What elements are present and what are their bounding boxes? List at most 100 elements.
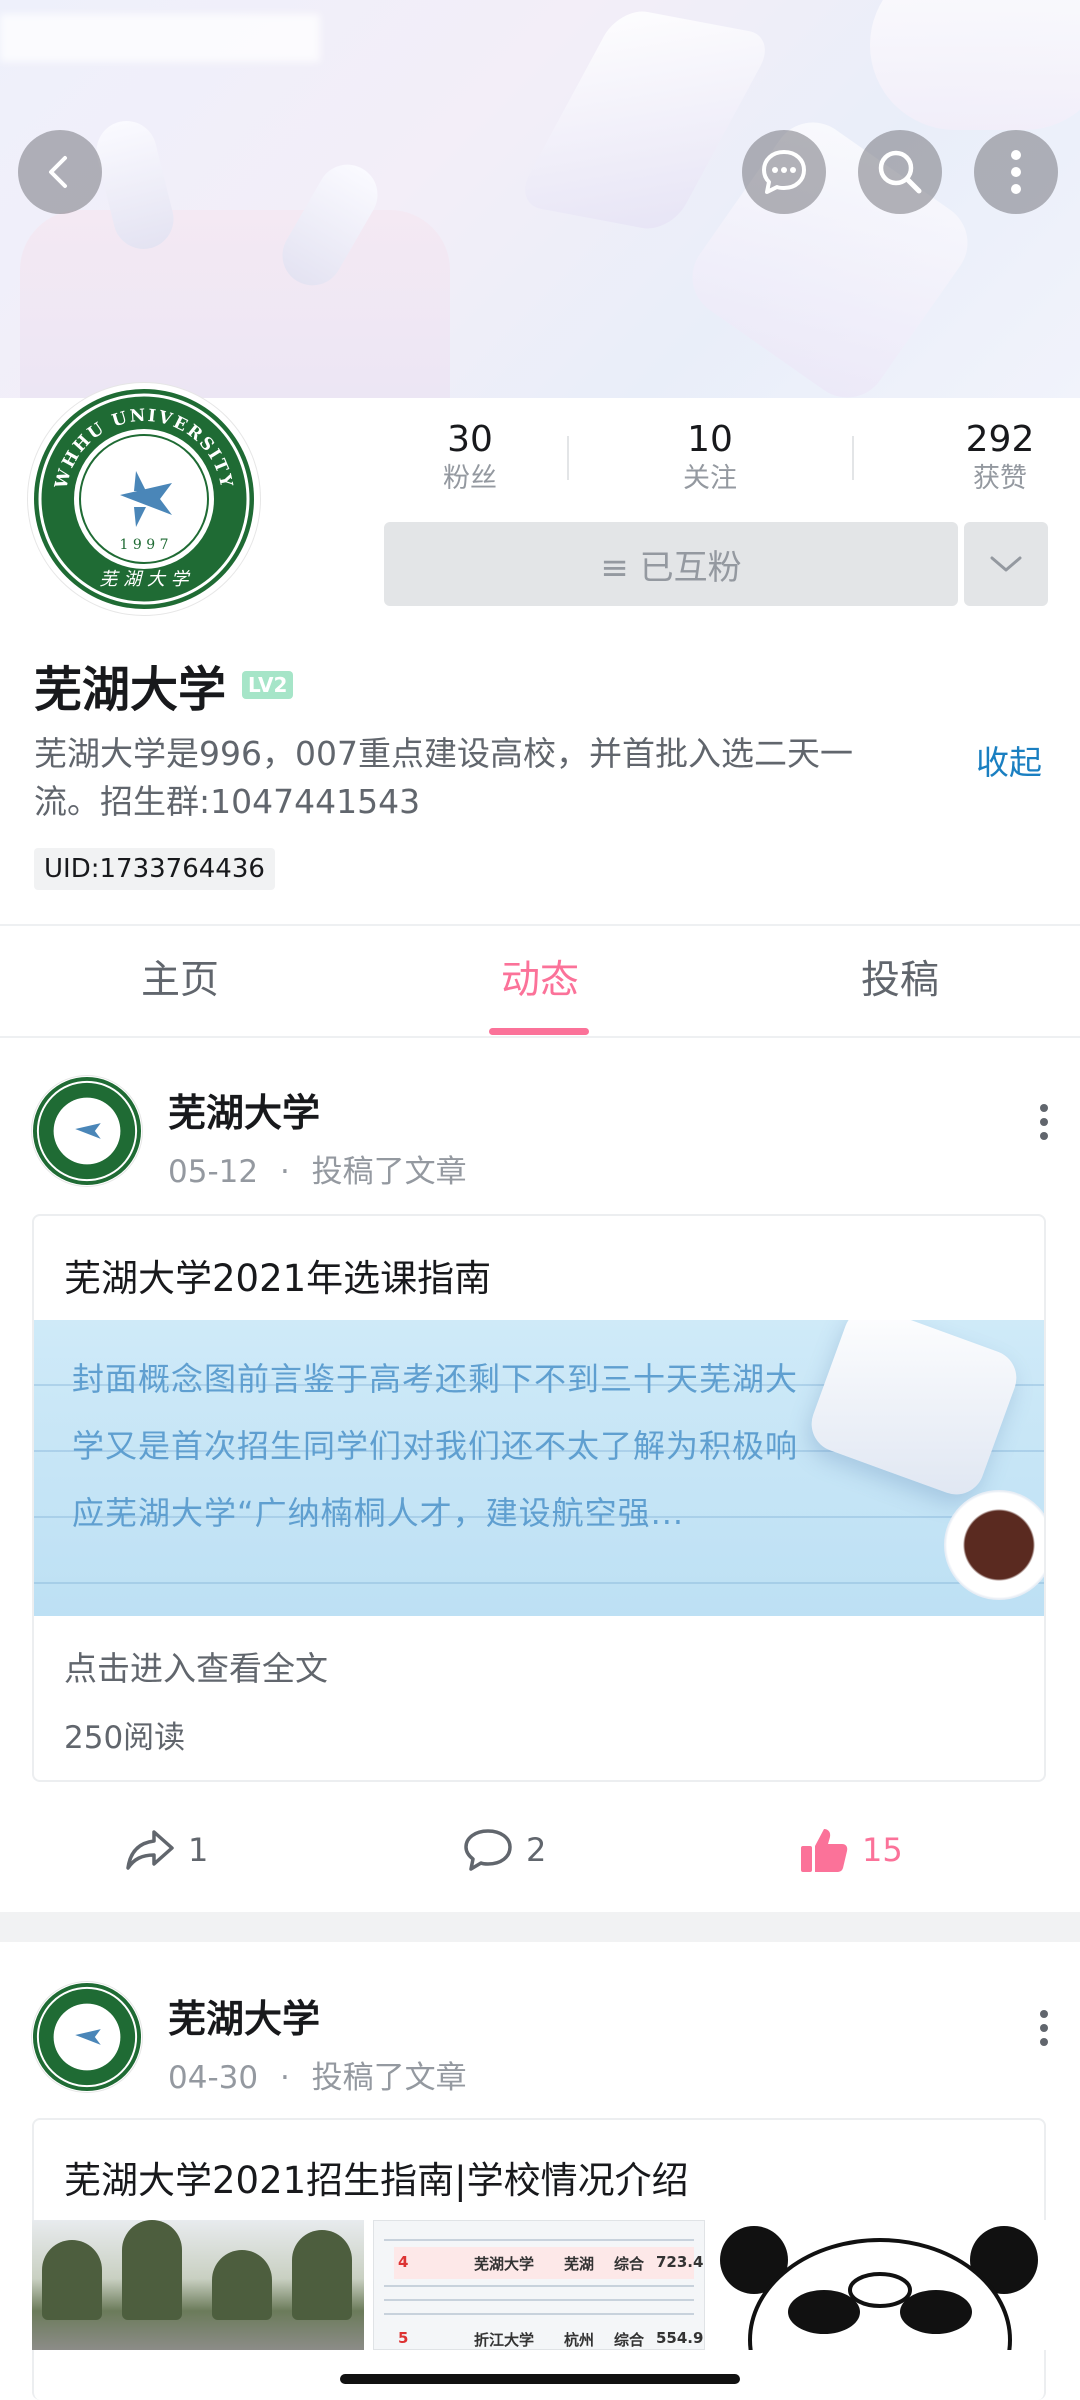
divider — [0, 1036, 1080, 1038]
profile-avatar[interactable]: WHHU UNIVERSITY 1 9 9 7 芜 湖 大 学 — [28, 383, 260, 615]
article-excerpt: 封面概念图前言鉴于高考还剩下不到三十天芜湖大学又是首次招生同学们对我们还不太了解… — [72, 1360, 799, 1532]
more-vertical-icon — [1011, 150, 1021, 194]
profile-bio: 芜湖大学是996，007重点建设高校，并首批入选二天一流。招生群:1047441… — [34, 734, 853, 821]
table-row-line — [384, 2299, 694, 2301]
post-actions: 1 2 15 — [0, 1810, 1080, 1890]
message-button[interactable] — [742, 130, 826, 214]
meta-separator: · — [279, 2060, 290, 2096]
university-logo — [32, 1982, 142, 2092]
banner-decoration — [870, 0, 1080, 130]
following-label: 关注 — [683, 463, 737, 494]
tab-submissions[interactable]: 投稿 — [800, 926, 1000, 1036]
status-bar — [0, 14, 320, 62]
profile-name-row: 芜湖大学 LV2 — [34, 650, 294, 720]
likes-label: 获赞 — [973, 463, 1027, 494]
mutual-follow-label: ≡ 已互粉 — [600, 547, 742, 588]
post-more-button[interactable] — [1024, 1998, 1064, 2058]
share-button[interactable]: 1 — [124, 1810, 208, 1890]
meta-separator: · — [279, 1154, 290, 1190]
article-title: 芜湖大学2021年选课指南 — [64, 1257, 492, 1300]
table-rank: 4 — [398, 2253, 409, 2271]
article-cover: 封面概念图前言鉴于高考还剩下不到三十天芜湖大学又是首次招生同学们对我们还不太了解… — [34, 1320, 1044, 1616]
post-author-avatar[interactable] — [32, 1076, 142, 1186]
search-icon — [878, 150, 922, 194]
table-row-line — [384, 2313, 694, 2315]
tree-shape — [212, 2250, 272, 2320]
more-vertical-icon — [1040, 1104, 1048, 1140]
likes-stat[interactable]: 292 获赞 — [910, 418, 1080, 496]
home-indicator[interactable] — [340, 2374, 740, 2384]
read-full-link[interactable]: 点击进入查看全文 — [64, 1642, 328, 1690]
active-tab-indicator — [489, 1028, 589, 1035]
read-count: 250阅读 — [64, 1720, 186, 1756]
table-school: 折江大学 — [474, 2331, 535, 2349]
ranking-table-thumbnail[interactable]: 4 芜湖大学 芜湖 综合 723.4 5 折江大学 杭州 综合 554.9 — [373, 2220, 705, 2350]
table-city: 芜湖 — [564, 2255, 595, 2273]
following-count: 10 — [687, 419, 733, 460]
post-meta: 05-12 · 投稿了文章 — [168, 1146, 467, 1191]
profile-stats: 30 粉丝 10 关注 292 获赞 — [380, 418, 1060, 498]
table-score: 723.4 — [656, 2253, 704, 2271]
tab-home[interactable]: 主页 — [80, 926, 280, 1036]
panda-face-icon — [720, 2226, 1038, 2350]
back-button[interactable] — [18, 130, 102, 214]
uid-badge[interactable]: UID:1733764436 — [34, 848, 275, 890]
stat-divider — [567, 436, 569, 480]
chat-bubble-icon — [762, 150, 806, 194]
share-count: 1 — [188, 1831, 209, 1869]
table-row-line — [384, 2285, 694, 2287]
svg-text:1 9 9 7: 1 9 9 7 — [120, 537, 169, 553]
mutual-follow-button[interactable]: ≡ 已互粉 — [384, 522, 958, 606]
table-row-highlight — [394, 2247, 694, 2279]
profile-name: 芜湖大学 — [34, 662, 227, 718]
follow-dropdown-button[interactable] — [964, 522, 1048, 606]
article-title: 芜湖大学2021招生指南|学校情况介绍 — [64, 2159, 689, 2202]
followers-label: 粉丝 — [443, 463, 497, 494]
table-score: 554.9 — [656, 2329, 704, 2347]
university-logo — [32, 1076, 142, 1186]
post-author-name[interactable]: 芜湖大学 — [168, 1082, 320, 1137]
post-action: 投稿了文章 — [311, 1154, 467, 1190]
article-card[interactable]: 芜湖大学2021年选课指南 封面概念图前言鉴于高考还剩下不到三十天芜湖大学又是首… — [32, 1214, 1046, 1782]
banner-decoration — [20, 210, 450, 398]
panda-meme-thumbnail[interactable] — [714, 2220, 1046, 2350]
table-school: 芜湖大学 — [474, 2255, 535, 2273]
table-type: 综合 — [614, 2255, 645, 2273]
svg-text:芜 湖 大 学: 芜 湖 大 学 — [99, 569, 190, 590]
article-thumbnails: 4 芜湖大学 芜湖 综合 723.4 5 折江大学 杭州 综合 554.9 — [32, 2220, 1046, 2350]
post-author-avatar[interactable] — [32, 1982, 142, 2092]
tree-shape — [292, 2230, 352, 2320]
chevron-left-icon — [49, 156, 67, 188]
campus-photo-thumbnail[interactable] — [32, 2220, 364, 2350]
comment-icon — [464, 1829, 512, 1871]
chevron-down-icon — [990, 556, 1022, 572]
stat-divider — [852, 436, 854, 480]
following-stat[interactable]: 10 关注 — [620, 418, 800, 496]
tree-shape — [122, 2220, 182, 2320]
table-row-line — [384, 2239, 694, 2241]
followers-count: 30 — [447, 419, 493, 460]
level-badge: LV2 — [242, 671, 294, 699]
followers-stat[interactable]: 30 粉丝 — [380, 418, 560, 496]
like-count: 15 — [862, 1831, 903, 1869]
tab-dynamics[interactable]: 动态 — [440, 926, 640, 1036]
post-meta: 04-30 · 投稿了文章 — [168, 2052, 467, 2097]
university-logo: WHHU UNIVERSITY 1 9 9 7 芜 湖 大 学 — [34, 389, 254, 609]
collapse-bio-link[interactable]: 收起 — [976, 736, 1042, 784]
post-more-button[interactable] — [1024, 1092, 1064, 1152]
section-separator — [0, 1912, 1080, 1942]
likes-count: 292 — [965, 419, 1035, 460]
profile-page: WHHU UNIVERSITY 1 9 9 7 芜 湖 大 学 30 粉丝 10… — [0, 0, 1080, 2400]
comment-button[interactable]: 2 — [462, 1810, 546, 1890]
post-date: 04-30 — [168, 2060, 259, 2096]
post-author-name[interactable]: 芜湖大学 — [168, 1988, 320, 2043]
search-button[interactable] — [858, 130, 942, 214]
table-rank: 5 — [398, 2329, 409, 2347]
table-type: 综合 — [614, 2331, 645, 2349]
profile-tabs: 主页 动态 投稿 — [0, 926, 1080, 1036]
tree-shape — [42, 2240, 102, 2320]
like-button[interactable]: 15 — [798, 1810, 903, 1890]
thumbs-up-icon — [801, 1829, 848, 1872]
more-options-button[interactable] — [974, 130, 1058, 214]
post-date: 05-12 — [168, 1154, 259, 1190]
